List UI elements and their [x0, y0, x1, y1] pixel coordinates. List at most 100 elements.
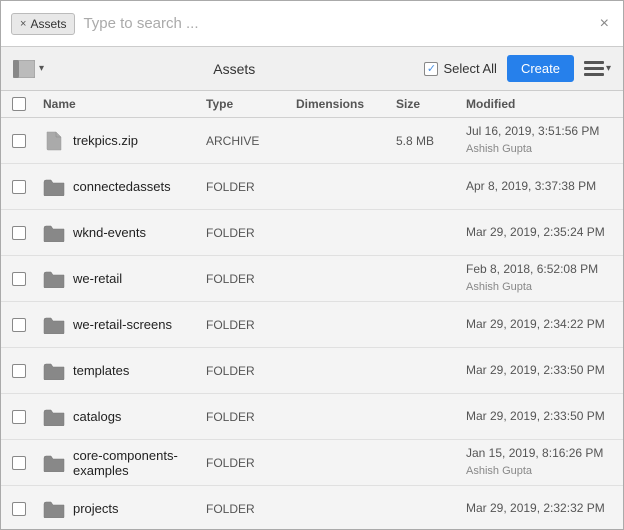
- file-name: we-retail-screens: [73, 317, 172, 332]
- close-tab-icon: ×: [20, 18, 26, 30]
- doc-icon: [43, 130, 65, 152]
- file-type: FOLDER: [200, 410, 290, 424]
- search-input[interactable]: [83, 15, 587, 32]
- close-tab-button[interactable]: × Assets: [11, 13, 75, 35]
- row-checkbox[interactable]: [1, 410, 37, 424]
- file-name: wknd-events: [73, 225, 146, 240]
- col-modified: Modified: [460, 97, 623, 111]
- folder-icon: [43, 222, 65, 244]
- col-size: Size: [390, 97, 460, 111]
- panel-toggle-chevron[interactable]: ▾: [39, 63, 44, 74]
- row-checkbox-box[interactable]: [12, 502, 26, 516]
- folder-icon: [43, 498, 65, 520]
- select-all-checkbox[interactable]: Select All: [424, 61, 496, 76]
- folder-icon: [43, 314, 65, 336]
- row-checkbox[interactable]: [1, 364, 37, 378]
- table-row[interactable]: projects FOLDER Mar 29, 2019, 2:32:32 PM: [1, 486, 623, 529]
- row-checkbox[interactable]: [1, 272, 37, 286]
- table-row[interactable]: core-components-examples FOLDER Jan 15, 20…: [1, 440, 623, 486]
- row-checkbox[interactable]: [1, 456, 37, 470]
- table-row[interactable]: wknd-events FOLDER Mar 29, 2019, 2:35:24 P…: [1, 210, 623, 256]
- table-row[interactable]: we-retail FOLDER Feb 8, 2018, 6:52:08 PMAs…: [1, 256, 623, 302]
- file-name-col: catalogs: [37, 406, 200, 428]
- folder-icon: [43, 406, 65, 428]
- file-modified: Apr 8, 2019, 3:37:38 PM: [460, 178, 623, 195]
- file-modified: Mar 29, 2019, 2:33:50 PM: [460, 362, 623, 379]
- file-name: trekpics.zip: [73, 133, 138, 148]
- folder-icon: [43, 176, 65, 198]
- file-modified: Feb 8, 2018, 6:52:08 PMAshish Gupta: [460, 261, 623, 295]
- file-name: projects: [73, 501, 119, 516]
- table-row[interactable]: we-retail-screens FOLDER Mar 29, 2019, 2:3…: [1, 302, 623, 348]
- file-name-col: connectedassets: [37, 176, 200, 198]
- file-list: trekpics.zip ARCHIVE 5.8 MBJul 16, 2019, 3…: [1, 118, 623, 529]
- file-type: FOLDER: [200, 272, 290, 286]
- col-check: [1, 97, 37, 111]
- row-checkbox[interactable]: [1, 502, 37, 516]
- select-all-label: Select All: [443, 61, 496, 76]
- column-headers: Name Type Dimensions Size Modified: [1, 91, 623, 118]
- main-window: × Assets × ▾ Assets Select All Create: [0, 0, 624, 530]
- file-size: 5.8 MB: [390, 134, 460, 148]
- file-name: core-components-examples: [73, 448, 194, 478]
- panel-toggle-icon[interactable]: [13, 60, 35, 78]
- toolbar-title: Assets: [52, 61, 416, 77]
- folder-icon: [43, 268, 65, 290]
- create-button[interactable]: Create: [507, 55, 574, 82]
- toolbar-left: ▾: [13, 60, 44, 78]
- row-checkbox-box[interactable]: [12, 456, 26, 470]
- col-name: Name: [37, 97, 200, 111]
- folder-icon: [43, 360, 65, 382]
- table-row[interactable]: catalogs FOLDER Mar 29, 2019, 2:33:50 PM: [1, 394, 623, 440]
- file-modified: Mar 29, 2019, 2:33:50 PM: [460, 408, 623, 425]
- table-row[interactable]: connectedassets FOLDER Apr 8, 2019, 3:37:3…: [1, 164, 623, 210]
- row-checkbox-box[interactable]: [12, 134, 26, 148]
- file-name-col: core-components-examples: [37, 448, 200, 478]
- file-name-col: we-retail-screens: [37, 314, 200, 336]
- file-name-col: templates: [37, 360, 200, 382]
- file-modified: Jan 15, 2019, 8:16:26 PMAshish Gupta: [460, 445, 623, 479]
- file-modified: Mar 29, 2019, 2:35:24 PM: [460, 224, 623, 241]
- file-name-col: projects: [37, 498, 200, 520]
- folder-icon: [43, 452, 65, 474]
- row-checkbox[interactable]: [1, 134, 37, 148]
- file-name: templates: [73, 363, 129, 378]
- col-dimensions: Dimensions: [290, 97, 390, 111]
- list-view-chevron[interactable]: ▾: [606, 63, 611, 74]
- table-row[interactable]: templates FOLDER Mar 29, 2019, 2:33:50 PM: [1, 348, 623, 394]
- file-name-col: wknd-events: [37, 222, 200, 244]
- row-checkbox-box[interactable]: [12, 364, 26, 378]
- file-modified: Mar 29, 2019, 2:34:22 PM: [460, 316, 623, 333]
- select-all-checkbox-box[interactable]: [424, 62, 438, 76]
- file-name: catalogs: [73, 409, 121, 424]
- row-checkbox-box[interactable]: [12, 410, 26, 424]
- tab-label: Assets: [30, 17, 66, 31]
- search-bar: × Assets ×: [1, 1, 623, 47]
- search-close-icon[interactable]: ×: [596, 13, 613, 35]
- row-checkbox[interactable]: [1, 226, 37, 240]
- file-name-col: trekpics.zip: [37, 130, 200, 152]
- file-type: FOLDER: [200, 318, 290, 332]
- file-name: we-retail: [73, 271, 122, 286]
- row-checkbox-box[interactable]: [12, 180, 26, 194]
- col-type: Type: [200, 97, 290, 111]
- list-view-icon[interactable]: ▾: [584, 60, 611, 78]
- row-checkbox[interactable]: [1, 318, 37, 332]
- row-checkbox-box[interactable]: [12, 318, 26, 332]
- table-row[interactable]: trekpics.zip ARCHIVE 5.8 MBJul 16, 2019, 3…: [1, 118, 623, 164]
- file-type: FOLDER: [200, 502, 290, 516]
- file-type: FOLDER: [200, 456, 290, 470]
- search-input-wrapper: [83, 15, 587, 32]
- file-type: FOLDER: [200, 226, 290, 240]
- file-type: FOLDER: [200, 180, 290, 194]
- file-name: connectedassets: [73, 179, 171, 194]
- file-type: FOLDER: [200, 364, 290, 378]
- file-type: ARCHIVE: [200, 134, 290, 148]
- toolbar: ▾ Assets Select All Create ▾: [1, 47, 623, 91]
- row-checkbox[interactable]: [1, 180, 37, 194]
- file-modified: Jul 16, 2019, 3:51:56 PMAshish Gupta: [460, 123, 623, 157]
- row-checkbox-box[interactable]: [12, 272, 26, 286]
- row-checkbox-box[interactable]: [12, 226, 26, 240]
- file-modified: Mar 29, 2019, 2:32:32 PM: [460, 500, 623, 517]
- header-checkbox[interactable]: [12, 97, 26, 111]
